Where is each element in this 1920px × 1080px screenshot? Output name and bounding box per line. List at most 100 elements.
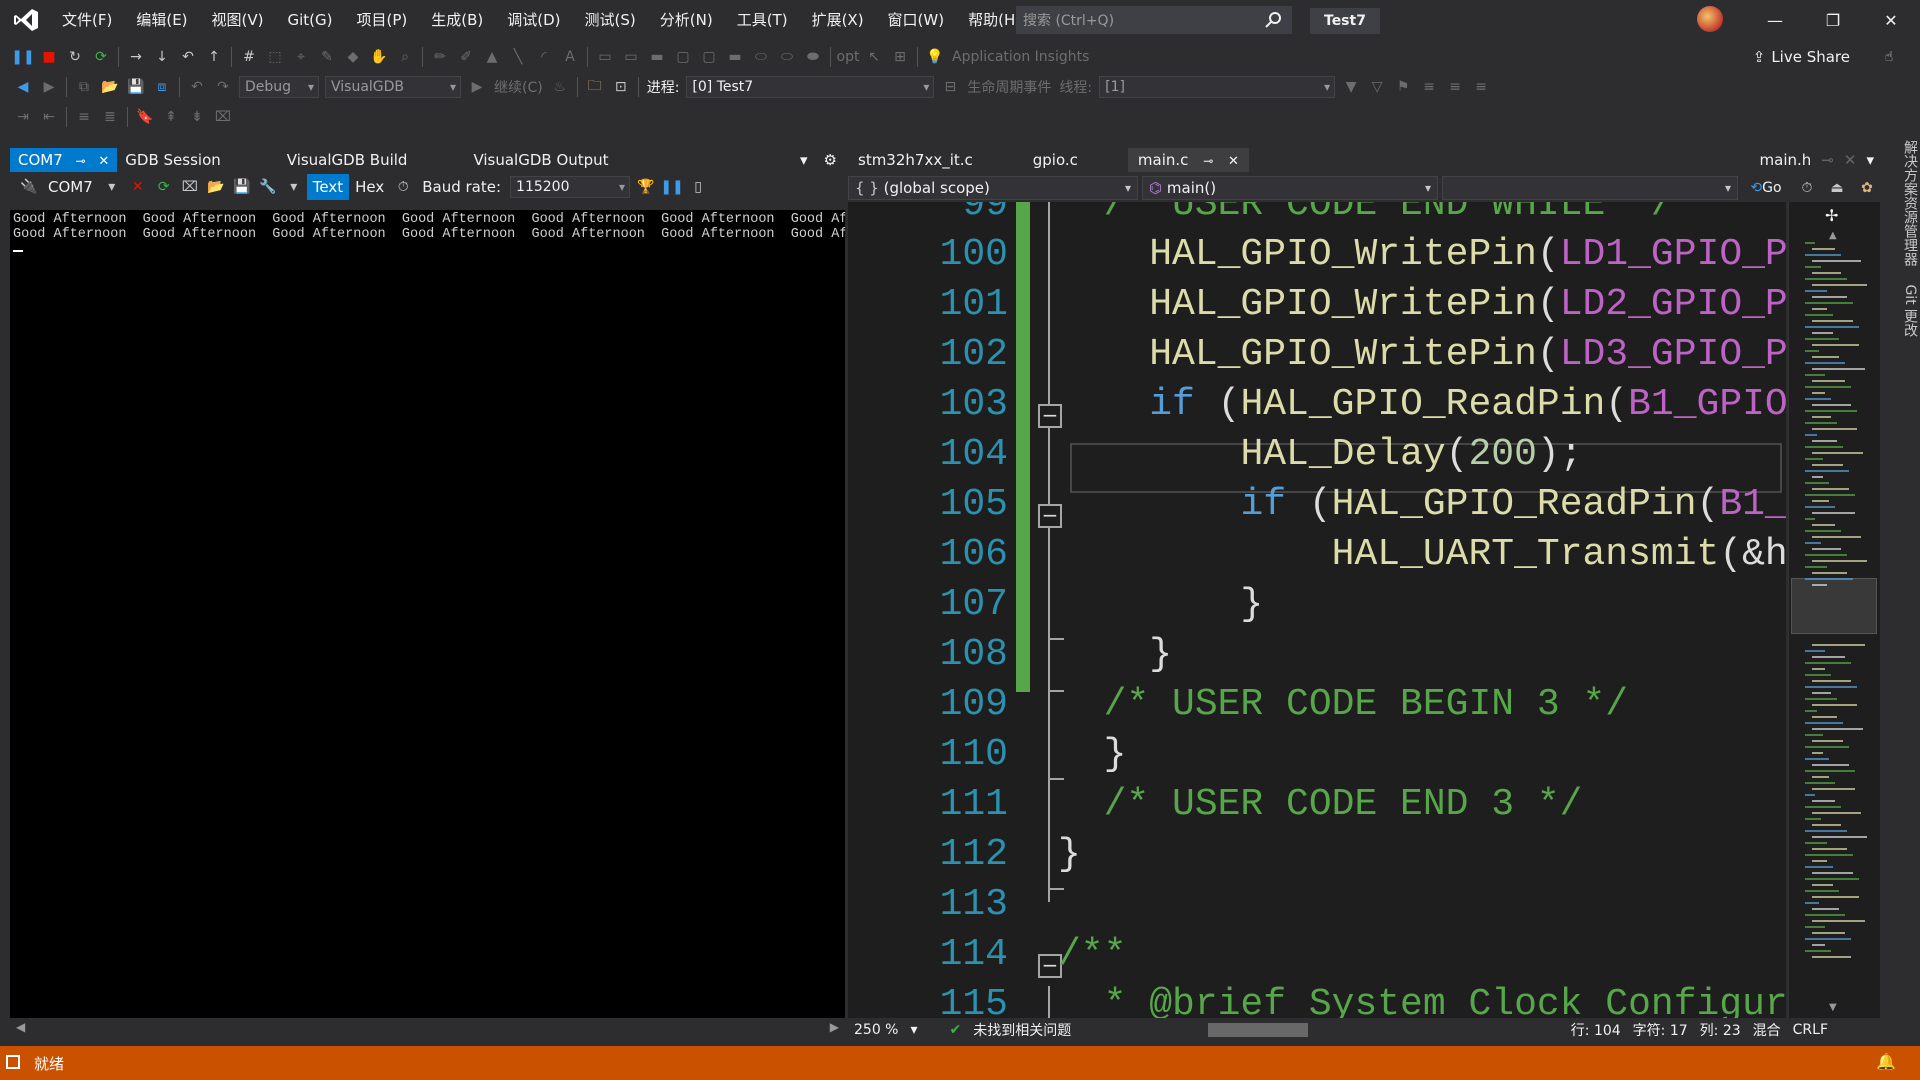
configuration-select[interactable]: Debug (239, 76, 319, 98)
menu-debug[interactable]: 调试(D) (495, 0, 572, 40)
close-icon[interactable]: ✕ (1862, 0, 1920, 40)
tag-icon[interactable]: ⏏ (1826, 177, 1848, 199)
code-line[interactable]: 99 /* USER CODE END WHILE */ (848, 202, 1786, 230)
code-line[interactable]: 107 } (848, 580, 1786, 630)
scroll-left-icon[interactable]: ◀ (16, 1020, 25, 1034)
hex-display-icon[interactable]: # (238, 46, 260, 68)
text-icon[interactable]: A (559, 46, 581, 68)
live-share-button[interactable]: ⇪ Live Share (1753, 48, 1850, 66)
menu-git[interactable]: Git(G) (276, 0, 345, 40)
pencil-icon[interactable]: ✏ (429, 46, 451, 68)
menu-edit[interactable]: 编辑(E) (124, 0, 199, 40)
code-line[interactable]: 113 (848, 880, 1786, 930)
code-line[interactable]: 109 /* USER CODE BEGIN 3 */ (848, 680, 1786, 730)
restart-icon[interactable]: ↻ (64, 46, 86, 68)
pause-icon[interactable]: ❚❚ (11, 46, 34, 68)
feedback-icon[interactable]: ☝ (1878, 46, 1900, 68)
filled-rectangle-icon[interactable]: ▬ (646, 46, 668, 68)
reconnect-icon[interactable]: ⟳ (153, 176, 175, 198)
rounded-rect-outline-icon[interactable]: ▢ (698, 46, 720, 68)
eraser-icon[interactable]: ◆ (342, 46, 364, 68)
step-out-icon[interactable]: ↑ (203, 46, 225, 68)
filter-icon[interactable]: ▼ (1340, 76, 1362, 98)
tab-main-h[interactable]: main.h (1760, 148, 1812, 172)
refresh-icon[interactable]: ⟳ (90, 46, 112, 68)
issues-label[interactable]: 未找到相关问题 (973, 1020, 1071, 1040)
bookmark-icon[interactable]: 🔖 (134, 106, 156, 128)
close-tab-icon[interactable]: ✕ (98, 154, 109, 169)
text-mode-button[interactable]: Text (306, 174, 350, 200)
tab-stm32h7xx-it-c[interactable]: stm32h7xx_it.c (848, 148, 983, 172)
tab-visualgdb-output[interactable]: VisualGDB Output (465, 148, 616, 172)
menu-test[interactable]: 测试(S) (573, 0, 648, 40)
step-over-icon[interactable]: → (125, 46, 147, 68)
function-select[interactable]: ⌬ main() (1142, 176, 1438, 200)
indent-icon[interactable]: ⇥ (12, 106, 34, 128)
step-into-icon[interactable]: ↓ (151, 46, 173, 68)
stack-up-icon[interactable]: ≡ (1470, 76, 1492, 98)
git-changes-tab[interactable]: Git 更改 (1902, 284, 1918, 337)
hand-icon[interactable]: ✋ (368, 46, 390, 68)
save-icon[interactable]: 💾 (125, 76, 147, 98)
pin-icon[interactable]: ⊸ (76, 154, 86, 168)
application-insights-label[interactable]: Application Insights (952, 49, 1089, 65)
code-line[interactable]: 111 /* USER CODE END 3 */ (848, 780, 1786, 830)
open-log-icon[interactable]: 📂 (205, 176, 227, 198)
select-icon[interactable]: ⬚ (264, 46, 286, 68)
code-line[interactable]: 114 /** (848, 930, 1786, 980)
code-line[interactable]: 104 HAL_Delay(200); (848, 430, 1786, 480)
tab-list-dropdown-icon[interactable]: ▾ (1866, 148, 1874, 172)
code-line[interactable]: 105 if (HAL_GPIO_ReadPin(B1_GP (848, 480, 1786, 530)
stack-icon[interactable]: ≡ (1418, 76, 1440, 98)
zoom-level[interactable]: 250 % (854, 1022, 898, 1038)
wrench-dropdown-icon[interactable]: ▾ (283, 176, 305, 198)
pause-icon[interactable]: ❚❚ (660, 176, 683, 198)
extension-icon[interactable]: ✿ (1856, 177, 1878, 199)
clear-terminal-icon[interactable]: ⌧ (179, 176, 201, 198)
cursor-icon[interactable]: ⌖ (290, 46, 312, 68)
navigate-back-icon[interactable]: ◀ (12, 76, 34, 98)
clear-bookmarks-icon[interactable]: ⌧ (212, 106, 234, 128)
flag-icon[interactable]: ⚑ (1392, 76, 1414, 98)
comment-icon[interactable]: ≡ (73, 106, 95, 128)
scroll-right-icon[interactable]: ▶ (830, 1020, 839, 1034)
code-line[interactable]: 112} (848, 830, 1786, 880)
menu-analyze[interactable]: 分析(N) (648, 0, 725, 40)
zoom-icon[interactable]: ⌕ (394, 46, 416, 68)
rounded-rectangle-icon[interactable]: ▢ (672, 46, 694, 68)
close-tab-icon[interactable]: ✕ (1844, 148, 1857, 172)
filled-ellipse-icon[interactable]: ⬬ (802, 46, 824, 68)
fire-icon[interactable]: ♨ (549, 76, 571, 98)
code-line[interactable]: 110 } (848, 730, 1786, 780)
tab-main-c[interactable]: main.c ⊸ ✕ (1127, 148, 1249, 172)
pin-icon[interactable]: ⊸ (1821, 148, 1834, 172)
continue-icon[interactable]: ▶ (466, 76, 488, 98)
redo-icon[interactable]: ↷ (212, 76, 234, 98)
prev-bookmark-icon[interactable]: ⇞ (160, 106, 182, 128)
terminal-output[interactable]: Good Afternoon Good Afternoon Good After… (10, 210, 845, 1018)
go-button[interactable]: ⟲ Go (1744, 177, 1788, 199)
menu-tools[interactable]: 工具(T) (725, 0, 800, 40)
curve-icon[interactable]: ◜ (533, 46, 555, 68)
scroll-down-icon[interactable]: ▼ (1829, 1002, 1837, 1013)
user-avatar[interactable] (1697, 6, 1723, 32)
device-icon[interactable]: ▯ (687, 176, 709, 198)
next-bookmark-icon[interactable]: ⇟ (186, 106, 208, 128)
ellipse-icon[interactable]: ⬭ (750, 46, 772, 68)
notification-icon[interactable]: 🔔 (1876, 1052, 1896, 1071)
stack-down-icon[interactable]: ≡ (1444, 76, 1466, 98)
stop-icon[interactable]: ■ (38, 46, 60, 68)
terminal-horizontal-scrollbar[interactable]: ◀ ▶ (10, 1018, 845, 1040)
code-line[interactable]: 103 if (HAL_GPIO_ReadPin(B1_GPIO_ (848, 380, 1786, 430)
code-editor[interactable]: − − − 99 /* USER CODE END WHILE */100 HA… (848, 202, 1786, 1018)
menu-build[interactable]: 生成(B) (419, 0, 495, 40)
fill-icon[interactable]: ▲ (481, 46, 503, 68)
save-all-icon[interactable]: ⧈ (151, 76, 173, 98)
code-line[interactable]: 108 } (848, 630, 1786, 680)
minimize-icon[interactable]: — (1746, 0, 1804, 40)
lifecycle-label[interactable]: 生命周期事件 (967, 77, 1051, 97)
minimap-viewport[interactable] (1791, 578, 1877, 634)
navigate-forward-icon[interactable]: ▶ (38, 76, 60, 98)
pointer-icon[interactable]: ↖ (863, 46, 885, 68)
settings-icon[interactable]: ⚙ (816, 148, 845, 172)
